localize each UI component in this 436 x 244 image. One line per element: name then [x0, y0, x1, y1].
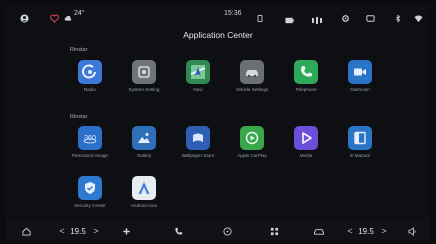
- app-dashcam[interactable]: Dashcam: [340, 60, 380, 92]
- section-label-1: Rinstar: [70, 47, 88, 53]
- car-dock-icon[interactable]: [312, 226, 326, 236]
- steering-wheel-icon[interactable]: [221, 226, 233, 236]
- apps-grid-icon[interactable]: [268, 226, 280, 236]
- svg-text:360: 360: [84, 135, 96, 142]
- app-apple-carplay[interactable]: Apple CarPlay: [232, 126, 272, 158]
- app-navi[interactable]: Navi: [178, 60, 218, 92]
- battery-icon: [285, 11, 294, 24]
- app-label: Telephone: [295, 87, 317, 92]
- seat-icon: [256, 10, 265, 23]
- page-title: Application Center: [183, 30, 253, 40]
- user-icon[interactable]: [20, 10, 29, 23]
- carplay-icon: [240, 126, 264, 150]
- app-label: Panoramic Image: [71, 153, 108, 158]
- app-panoramic-image[interactable]: 360 Panoramic Image: [70, 126, 110, 158]
- settings-icon[interactable]: [341, 10, 350, 22]
- app-label: E-Manual: [350, 153, 370, 158]
- car-icon: [240, 60, 264, 84]
- bluetooth-icon: [394, 10, 403, 23]
- phone-icon: [294, 60, 318, 84]
- fan-icon[interactable]: [120, 226, 132, 236]
- app-android-auto[interactable]: Android Auto: [124, 176, 164, 208]
- status-bar: 24° 15:36: [6, 4, 430, 26]
- clock: 15:36: [224, 10, 242, 17]
- wifi-icon: [414, 10, 423, 23]
- screen: 24° 15:36 Application Center Rinstar Rad…: [6, 4, 430, 240]
- app-label: Wallpaper Store: [181, 153, 215, 158]
- home-icon[interactable]: [20, 226, 32, 236]
- app-label: Vehicle Settings: [235, 87, 269, 92]
- volume-icon[interactable]: [406, 226, 418, 236]
- 360-icon: 360: [78, 126, 102, 150]
- right-temp-decrease[interactable]: <: [346, 226, 354, 236]
- map-icon: [186, 60, 210, 84]
- app-media[interactable]: Media: [286, 126, 326, 158]
- app-label: Media: [299, 153, 313, 158]
- app-system-setting[interactable]: System Setting: [124, 60, 164, 92]
- app-security-center[interactable]: Security Center: [70, 176, 110, 208]
- app-gallery[interactable]: Gallery: [124, 126, 164, 158]
- weather-cloud-icon: [64, 10, 72, 21]
- book-icon: [348, 126, 372, 150]
- wallpaper-icon: [186, 126, 210, 150]
- signal-icon: [312, 11, 322, 24]
- left-temp-increase[interactable]: >: [92, 226, 100, 236]
- app-telephone[interactable]: Telephone: [286, 60, 326, 92]
- radio-icon: [78, 60, 102, 84]
- android-auto-icon: [132, 176, 156, 200]
- right-temperature: 19.5: [358, 226, 374, 236]
- app-vehicle-settings[interactable]: Vehicle Settings: [232, 60, 272, 92]
- app-wallpaper-store[interactable]: Wallpaper Store: [178, 126, 218, 158]
- app-label: Dashcam: [350, 87, 370, 92]
- right-temp-increase[interactable]: >: [380, 226, 388, 236]
- left-temperature: 19.5: [70, 226, 86, 236]
- left-temp-decrease[interactable]: <: [58, 226, 66, 236]
- camera-icon: [348, 60, 372, 84]
- bottom-dock: < 19.5 > < 19.5 >: [6, 222, 430, 240]
- app-label: Radio: [83, 87, 96, 92]
- app-e-manual[interactable]: E-Manual: [340, 126, 380, 158]
- play-icon: [294, 126, 318, 150]
- app-label: System Setting: [128, 87, 160, 92]
- phone-dock-icon[interactable]: [172, 226, 184, 236]
- app-label: Gallery: [136, 153, 152, 158]
- app-label: Apple CarPlay: [237, 153, 267, 158]
- app-radio[interactable]: Radio: [70, 60, 110, 92]
- app-label: Security Center: [74, 203, 106, 208]
- section-label-2: Rinstar: [70, 114, 88, 120]
- heart-icon[interactable]: [49, 10, 60, 23]
- outside-temperature: 24°: [74, 10, 85, 17]
- shield-icon: [78, 176, 102, 200]
- gallery-icon: [132, 126, 156, 150]
- app-label: Android Auto: [130, 203, 158, 208]
- app-label: Navi: [193, 87, 203, 92]
- phone-link-icon: [366, 10, 375, 22]
- gear-icon: [132, 60, 156, 84]
